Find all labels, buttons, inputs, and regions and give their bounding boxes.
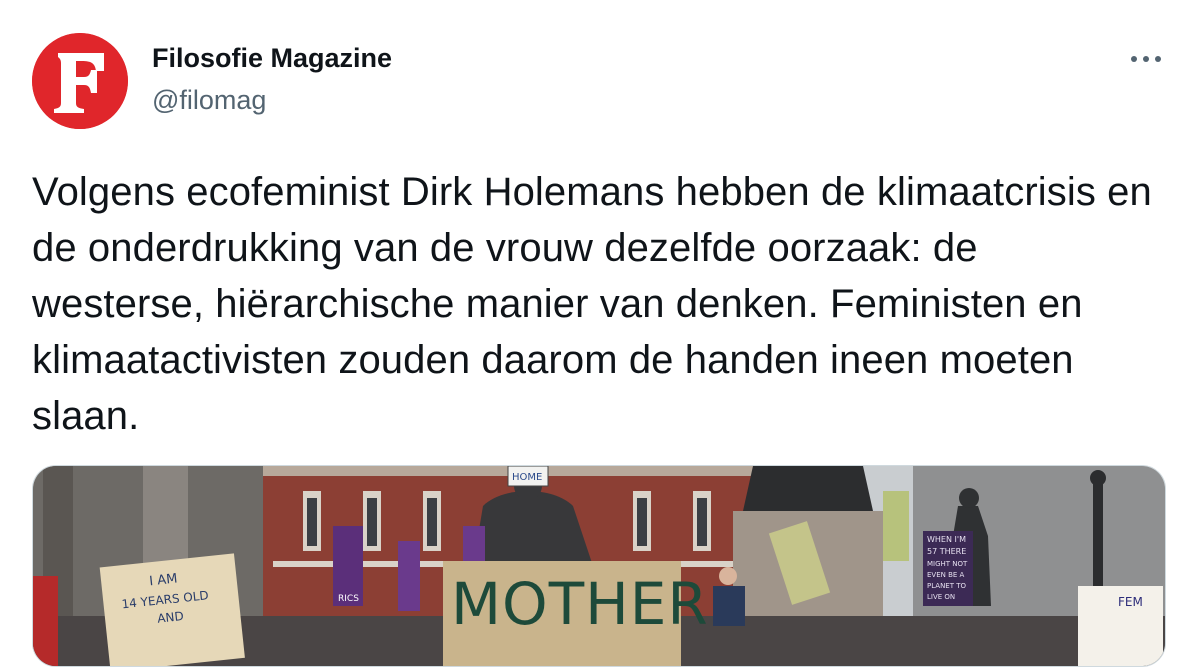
tweet-photo[interactable]: RICS HOME I AM 14 YEARS OLD AND MOTHER W… (32, 465, 1166, 667)
when-sign-line3: MIGHT NOT (927, 560, 968, 568)
ellipsis-horizontal-icon (1131, 56, 1161, 62)
author-avatar[interactable] (32, 33, 128, 129)
author-handle[interactable]: @filomag (152, 84, 392, 116)
tweet-text: Volgens ecofeminist Dirk Holemans hebben… (32, 170, 1152, 438)
when-sign-line4: EVEN BE A (927, 571, 965, 579)
when-sign-line6: LIVE ON (927, 593, 955, 601)
when-sign-line2: 57 THERE (927, 547, 966, 556)
banner-text: RICS (338, 594, 359, 604)
protest-photo: RICS HOME I AM 14 YEARS OLD AND MOTHER W… (33, 466, 1165, 666)
mother-sign-text: MOTHER (451, 570, 709, 638)
more-options-button[interactable] (1124, 44, 1168, 74)
author-block: Filosofie Magazine @filomag (152, 42, 392, 116)
age-sign-line3: AND (157, 609, 185, 626)
author-name[interactable]: Filosofie Magazine (152, 42, 392, 74)
when-sign-line5: PLANET TO (927, 582, 967, 590)
filosofie-logo-icon (32, 33, 128, 129)
age-sign-line1: I AM (149, 571, 178, 589)
fem-sign-text: FEM (1118, 595, 1143, 609)
home-sign-text: HOME (512, 472, 542, 483)
when-sign-line1: WHEN I'M (927, 535, 966, 544)
